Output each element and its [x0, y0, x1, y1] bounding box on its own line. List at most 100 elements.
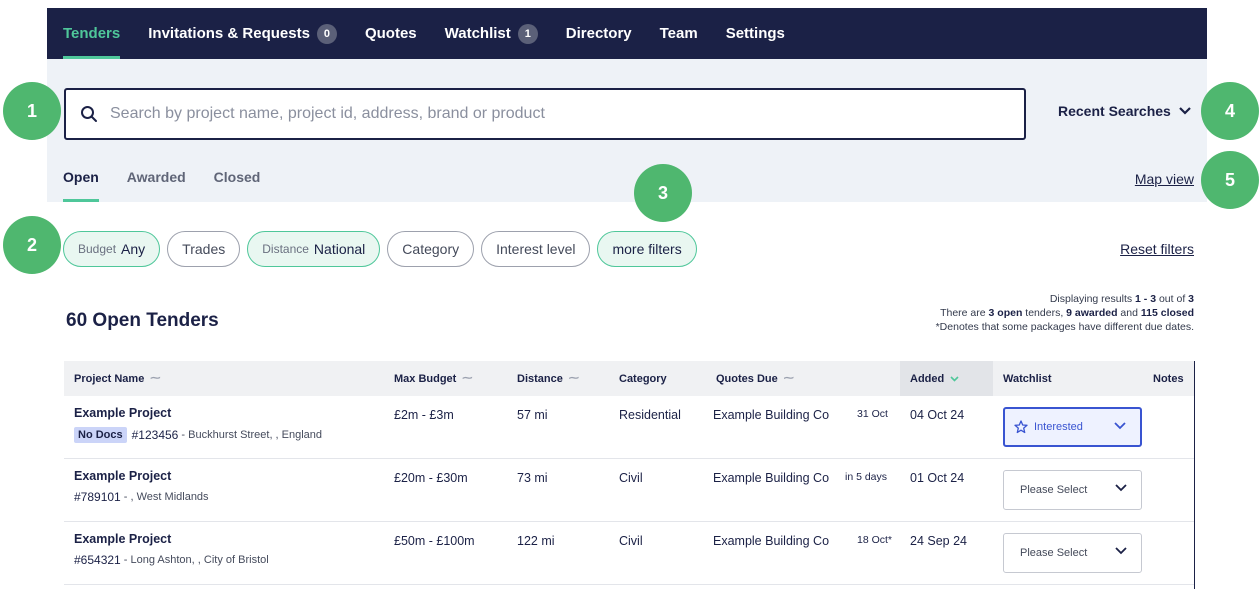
- company-cell: Example Building Co: [713, 534, 830, 548]
- project-name[interactable]: Example Project: [74, 532, 269, 546]
- chevron-down-icon: [1115, 484, 1127, 492]
- sort-icon: ⁓: [462, 373, 473, 384]
- recent-searches-dropdown[interactable]: Recent Searches: [1058, 103, 1191, 119]
- due-date-note: *Denotes that some packages have differe…: [935, 321, 1194, 333]
- budget-filter[interactable]: Budget Any: [63, 231, 161, 267]
- table-row[interactable]: Example Project #789101 - , West Midland…: [64, 459, 1195, 522]
- nav-label: Invitations & Requests: [148, 25, 310, 42]
- recent-searches-label: Recent Searches: [1058, 103, 1171, 119]
- header-label: Distance: [517, 372, 563, 385]
- header-label: Max Budget: [394, 372, 457, 385]
- watchlist-select[interactable]: Interested: [1003, 407, 1142, 447]
- header-quotes-due[interactable]: Quotes Due ⁓: [716, 361, 794, 396]
- filter-bar: Budget Any Trades Distance National Catego…: [63, 231, 704, 267]
- header-watchlist: Watchlist: [1003, 361, 1052, 396]
- watchlist-select[interactable]: Please Select: [1003, 470, 1142, 510]
- watchlist-value: Please Select: [1020, 547, 1088, 559]
- step-marker-1: 1: [3, 82, 61, 140]
- trades-filter[interactable]: Trades: [167, 231, 241, 267]
- category-cell: Civil: [619, 534, 643, 548]
- filter-key: Distance: [262, 242, 309, 256]
- header-distance[interactable]: Distance ⁓: [517, 361, 579, 396]
- interest-level-filter[interactable]: Interest level: [481, 231, 591, 267]
- watchlist-select[interactable]: Please Select: [1003, 533, 1142, 573]
- no-docs-badge: No Docs: [74, 427, 127, 443]
- results-summary: Displaying results 1 - 3 out of 3 There …: [936, 292, 1194, 334]
- results-range: 1 - 3: [1135, 293, 1157, 305]
- distance-filter[interactable]: Distance National: [247, 231, 381, 267]
- step-marker-5: 5: [1201, 151, 1259, 209]
- added-cell: 04 Oct 24: [910, 408, 965, 422]
- quotes-due-cell: 18 Oct*: [857, 534, 893, 546]
- added-cell: 24 Sep 24: [910, 534, 967, 548]
- category-cell: Residential: [619, 408, 681, 422]
- app-frame: Tenders Invitations & Requests 0 Quotes W…: [47, 8, 1207, 589]
- watchlist-value: Interested: [1034, 421, 1083, 433]
- quotes-due-cell: in 5 days: [845, 471, 888, 483]
- nav-directory[interactable]: Directory: [566, 8, 632, 59]
- top-nav: Tenders Invitations & Requests 0 Quotes W…: [47, 8, 1207, 59]
- tab-closed[interactable]: Closed: [214, 169, 261, 202]
- chevron-down-icon: [1115, 547, 1127, 555]
- search-input[interactable]: [110, 105, 990, 123]
- status-tabs: Open Awarded Closed: [63, 169, 288, 202]
- company-cell: Example Building Co: [713, 408, 830, 422]
- project-cell: Example Project #789101 - , West Midland…: [74, 469, 209, 504]
- tab-open[interactable]: Open: [63, 169, 99, 202]
- project-name[interactable]: Example Project: [74, 406, 322, 420]
- more-filters-button[interactable]: more filters: [597, 231, 697, 267]
- project-id: #123456: [131, 428, 179, 442]
- project-meta: #654321 - Long Ashton, , City of Bristol: [74, 553, 269, 567]
- results-title: 60 Open Tenders: [66, 310, 219, 331]
- reset-filters-link[interactable]: Reset filters: [1120, 241, 1194, 257]
- header-label: Notes: [1153, 372, 1184, 385]
- sort-icon: ⁓: [568, 373, 579, 384]
- project-id: #789101: [74, 490, 121, 504]
- distance-cell: 73 mi: [517, 471, 548, 485]
- step-marker-3: 3: [634, 164, 692, 222]
- header-label: Category: [619, 372, 667, 385]
- open-count: 3 open: [988, 307, 1023, 319]
- header-project-name[interactable]: Project Name ⁓: [74, 361, 160, 396]
- table-row[interactable]: Example Project #654321 - Long Ashton, ,…: [64, 522, 1195, 585]
- added-cell: 01 Oct 24: [910, 471, 965, 485]
- header-max-budget[interactable]: Max Budget ⁓: [394, 361, 472, 396]
- nav-watchlist[interactable]: Watchlist 1: [445, 8, 538, 59]
- nav-label: Team: [659, 25, 698, 42]
- table-right-border: [1194, 361, 1195, 589]
- results-text: tenders,: [1022, 307, 1067, 319]
- chevron-down-icon: [1114, 422, 1126, 430]
- nav-label: Quotes: [364, 25, 417, 42]
- project-meta: #789101 - , West Midlands: [74, 490, 209, 504]
- sort-down-icon: [950, 375, 959, 382]
- search-icon: [81, 106, 97, 122]
- nav-label: Directory: [565, 25, 632, 42]
- map-view-link[interactable]: Map view: [1135, 171, 1194, 187]
- nav-label: Settings: [725, 25, 785, 42]
- results-text: and: [1117, 307, 1141, 319]
- step-marker-4: 4: [1201, 82, 1259, 140]
- distance-cell: 122 mi: [517, 534, 555, 548]
- table-row[interactable]: Example Project No Docs #123456 - Buckhur…: [64, 396, 1195, 459]
- project-meta: No Docs #123456 - Buckhurst Street, , Eng…: [74, 427, 322, 443]
- project-name[interactable]: Example Project: [74, 469, 209, 483]
- category-filter[interactable]: Category: [387, 231, 475, 267]
- header-label: Project Name: [74, 372, 145, 385]
- tenders-table: Project Name ⁓ Max Budget ⁓ Distance ⁓ Cate…: [64, 361, 1195, 585]
- sort-icon: ⁓: [150, 373, 161, 384]
- search-box[interactable]: [64, 88, 1026, 140]
- watchlist-count-badge: 1: [517, 23, 538, 44]
- header-label: Watchlist: [1003, 372, 1052, 385]
- results-text: There are: [940, 307, 989, 319]
- nav-invitations[interactable]: Invitations & Requests 0: [148, 8, 337, 59]
- tab-awarded[interactable]: Awarded: [127, 169, 186, 202]
- filter-value: National: [313, 241, 366, 257]
- watchlist-value: Please Select: [1020, 484, 1088, 496]
- nav-team[interactable]: Team: [660, 8, 698, 59]
- nav-settings[interactable]: Settings: [726, 8, 785, 59]
- nav-quotes[interactable]: Quotes: [365, 8, 417, 59]
- header-added[interactable]: Added: [900, 361, 993, 396]
- awarded-count: 9 awarded: [1066, 307, 1118, 319]
- results-total: 3: [1188, 293, 1194, 305]
- nav-tenders[interactable]: Tenders: [63, 8, 121, 59]
